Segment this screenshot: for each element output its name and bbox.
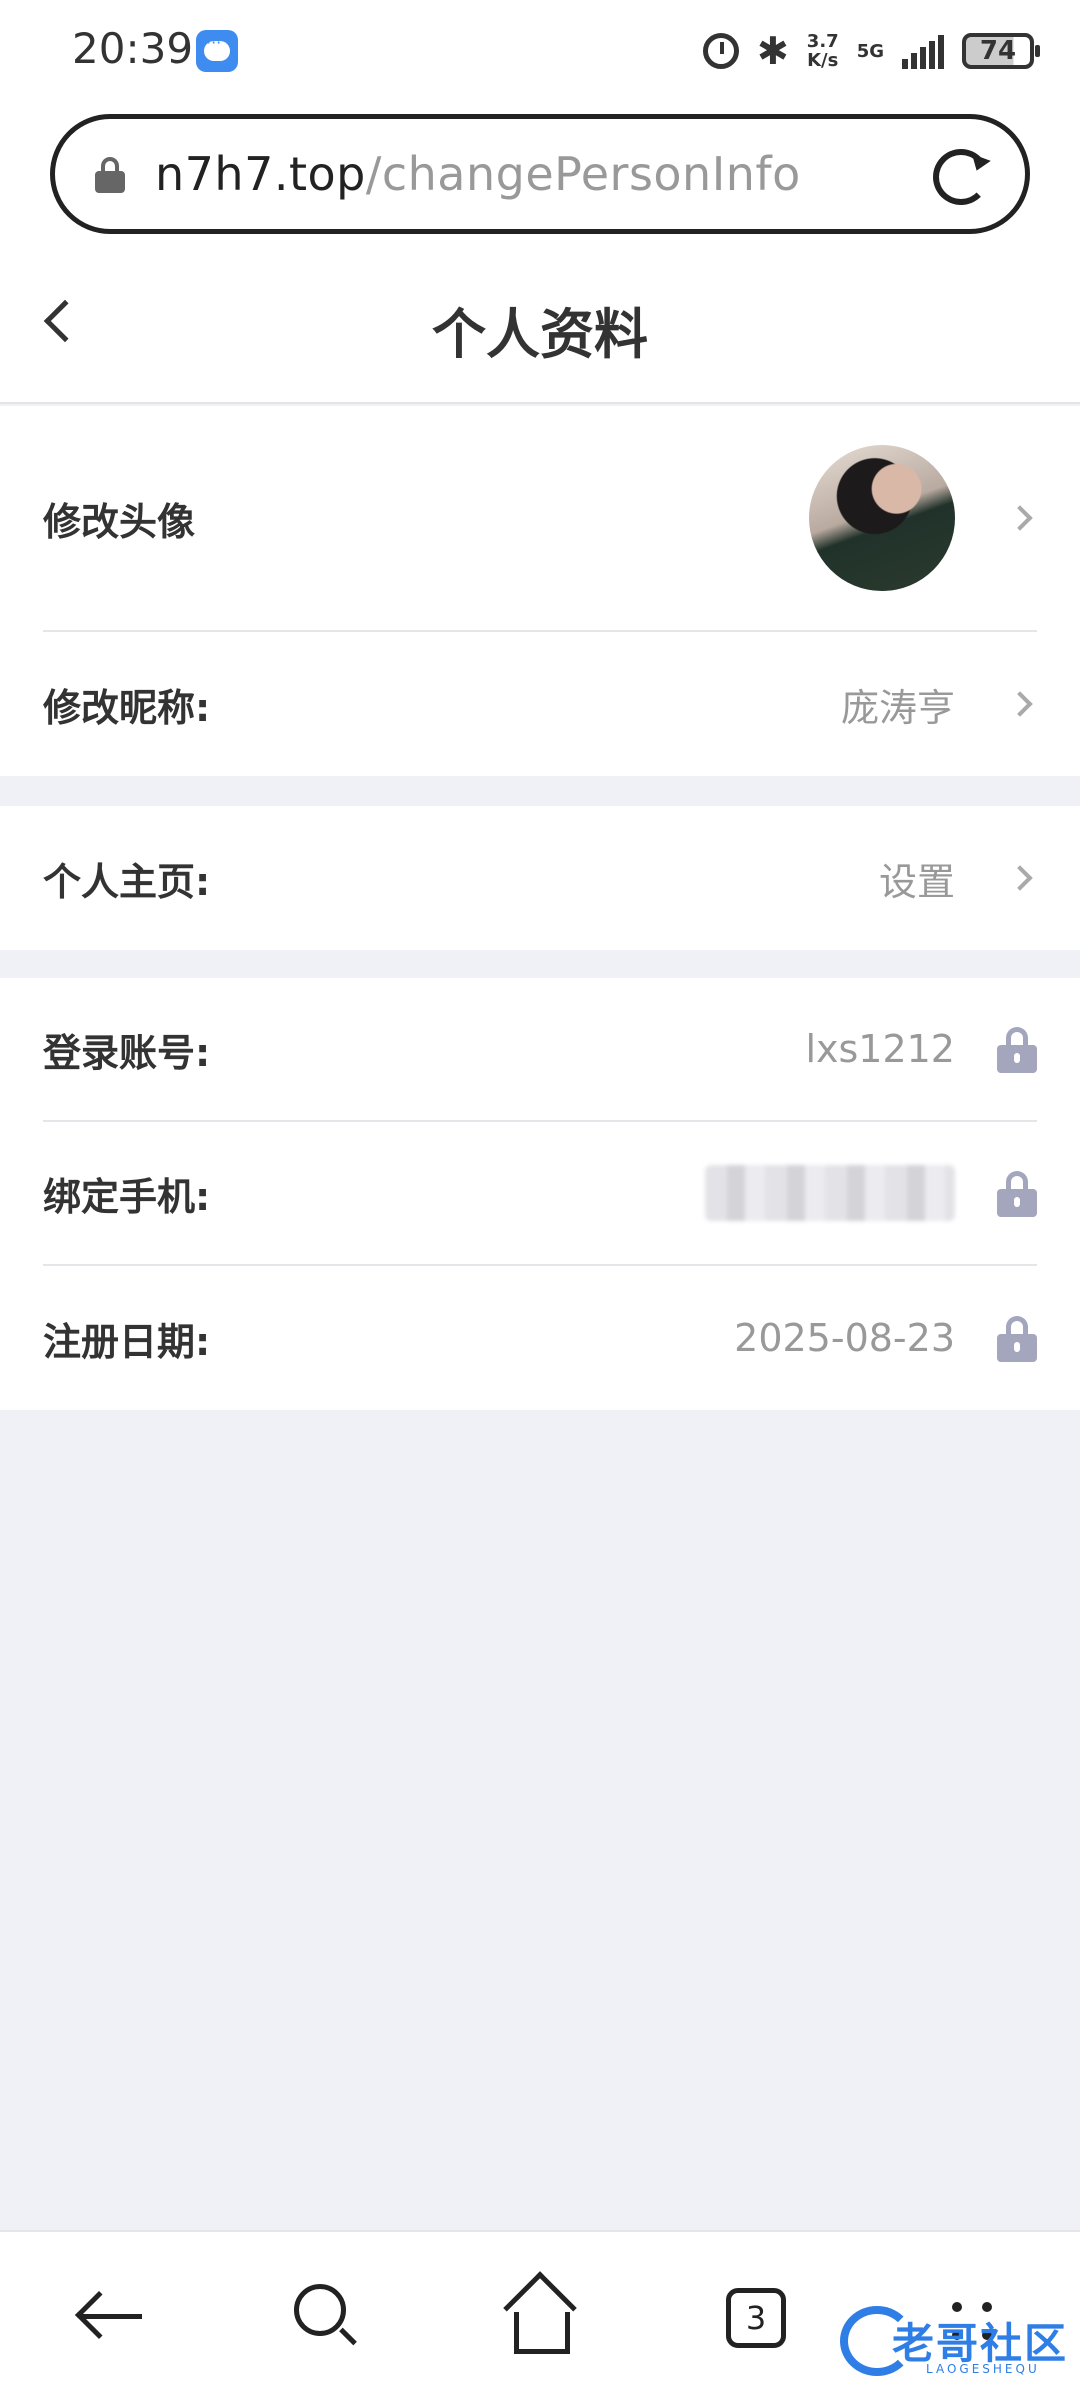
change-avatar-label: 修改头像 — [43, 499, 196, 544]
change-avatar-row[interactable]: 修改头像 — [43, 406, 1037, 632]
login-account-label: 登录账号: — [43, 1030, 211, 1075]
chevron-right-icon — [1007, 691, 1033, 717]
login-account-row: 登录账号: lxs1212 — [43, 978, 1037, 1122]
lock-icon — [997, 1316, 1037, 1362]
watermark-subtext: LAOGESHEQU — [926, 2362, 1040, 2376]
profile-section-homepage: 个人主页: 设置 — [0, 806, 1080, 950]
bound-phone-label: 绑定手机: — [43, 1174, 211, 1219]
lock-icon — [997, 1171, 1037, 1217]
nickname-value: 庞涛亨 — [840, 685, 955, 730]
nav-tabs-button[interactable]: 3 — [712, 2272, 802, 2362]
nav-back-arrow-icon[interactable] — [66, 2272, 156, 2362]
avatar[interactable] — [809, 445, 955, 591]
change-nickname-row[interactable]: 修改昵称: 庞涛亨 — [43, 632, 1037, 776]
bluetooth-icon: ✱ — [756, 29, 789, 73]
personal-homepage-label: 个人主页: — [43, 859, 211, 904]
url-host: n7h7.top — [155, 147, 366, 201]
network-speed-unit: K/s — [807, 50, 839, 71]
watermark-logo: 老哥社区 LAOGESHEQU — [840, 2300, 1070, 2380]
register-date-value: 2025-08-23 — [734, 1316, 955, 1360]
battery-level: 74 — [979, 36, 1017, 66]
personal-homepage-value: 设置 — [878, 859, 955, 904]
signal-icon — [902, 33, 944, 69]
network-speed-value: 3.7 — [806, 31, 839, 52]
profile-section-account: 登录账号: lxs1212 绑定手机: 注册日期: 2025-08-23 — [0, 978, 1080, 1410]
chevron-right-icon — [1007, 505, 1033, 531]
lock-icon — [997, 1027, 1037, 1073]
status-bar: 20:39 ✱ 3.7 K/s 5G 74 — [0, 0, 1080, 100]
bound-phone-row: 绑定手机: — [43, 1122, 1037, 1266]
alarm-icon — [702, 33, 739, 69]
screen: 20:39 ✱ 3.7 K/s 5G 74 n7h7.top/changePer… — [0, 0, 1080, 2400]
browser-toolbar: n7h7.top/changePersonInfo — [0, 100, 1080, 240]
page-header: 个人资料 — [0, 240, 1080, 404]
url-path: /changePersonInfo — [365, 147, 801, 201]
login-account-value: lxs1212 — [805, 1027, 955, 1071]
url-text[interactable]: n7h7.top/changePersonInfo — [155, 147, 801, 201]
register-date-label: 注册日期: — [43, 1319, 211, 1364]
page-title: 个人资料 — [432, 303, 648, 366]
network-speed: 3.7 K/s — [807, 32, 839, 70]
chevron-right-icon — [1007, 865, 1033, 891]
profile-section-basic: 修改头像 修改昵称: 庞涛亨 — [0, 406, 1080, 776]
tab-count: 3 — [745, 2299, 767, 2337]
status-icons: ✱ 3.7 K/s 5G 74 — [702, 26, 1040, 76]
secure-lock-icon[interactable] — [95, 157, 125, 193]
nav-home-icon[interactable] — [496, 2271, 586, 2362]
network-type: 5G — [856, 40, 884, 62]
status-time: 20:39 — [72, 24, 194, 73]
nav-search-icon[interactable] — [280, 2272, 370, 2362]
battery-icon: 74 — [962, 33, 1040, 69]
phone-number-redacted — [705, 1165, 955, 1221]
register-date-row: 注册日期: 2025-08-23 — [43, 1266, 1037, 1410]
address-bar[interactable]: n7h7.top/changePersonInfo — [50, 114, 1030, 234]
reload-icon[interactable] — [933, 149, 989, 205]
change-nickname-label: 修改昵称: — [43, 685, 211, 730]
personal-homepage-row[interactable]: 个人主页: 设置 — [43, 806, 1037, 950]
message-notification-icon — [196, 30, 238, 72]
